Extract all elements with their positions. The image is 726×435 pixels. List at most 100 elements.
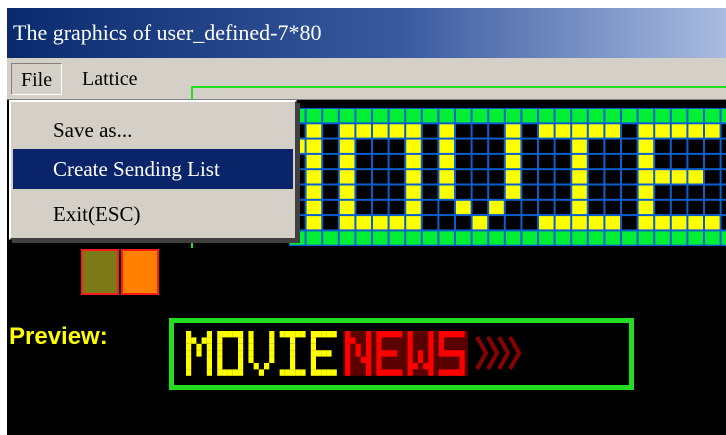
lattice-cell[interactable]: [306, 170, 322, 184]
lattice-cell[interactable]: [323, 200, 338, 215]
lattice-cell[interactable]: [555, 124, 571, 138]
lattice-cell[interactable]: [555, 109, 571, 123]
lattice-cell[interactable]: [705, 216, 720, 230]
lattice-cell[interactable]: [306, 154, 322, 169]
lattice-cell[interactable]: [339, 109, 355, 123]
lattice-cell[interactable]: [605, 139, 620, 153]
lattice-cell[interactable]: [522, 200, 537, 215]
lattice-cell[interactable]: [705, 109, 720, 123]
lattice-cell[interactable]: [588, 231, 604, 245]
lattice-cell[interactable]: [721, 231, 726, 245]
lattice-cell[interactable]: [572, 139, 587, 153]
lattice-cell[interactable]: [472, 109, 488, 123]
lattice-cell[interactable]: [456, 170, 471, 184]
lattice-cell[interactable]: [671, 154, 687, 169]
lattice-cell[interactable]: [406, 216, 421, 230]
lattice-cell[interactable]: [306, 231, 322, 245]
lattice-cell[interactable]: [456, 200, 471, 215]
lattice-cell[interactable]: [638, 185, 654, 199]
lattice-cell[interactable]: [505, 170, 521, 184]
lattice-cell[interactable]: [489, 170, 504, 184]
color-swatch-olive[interactable]: [81, 249, 119, 295]
lattice-cell[interactable]: [588, 139, 604, 153]
lattice-cell[interactable]: [655, 231, 670, 245]
lattice-cell[interactable]: [555, 200, 571, 215]
lattice-cell[interactable]: [555, 154, 571, 169]
lattice-cell[interactable]: [323, 170, 338, 184]
lattice-cell[interactable]: [705, 231, 720, 245]
lattice-cell[interactable]: [705, 139, 720, 153]
lattice-cell[interactable]: [306, 216, 322, 230]
lattice-cell[interactable]: [705, 200, 720, 215]
lattice-cell[interactable]: [605, 154, 620, 169]
menu-item-save-as[interactable]: Save as...: [13, 110, 293, 150]
lattice-cell[interactable]: [356, 124, 371, 138]
lattice-cell[interactable]: [323, 109, 338, 123]
lattice-cell[interactable]: [705, 124, 720, 138]
lattice-cell[interactable]: [389, 139, 405, 153]
lattice-cell[interactable]: [671, 170, 687, 184]
lattice-cell[interactable]: [439, 109, 454, 123]
lattice-cell[interactable]: [638, 109, 654, 123]
lattice-cell[interactable]: [505, 185, 521, 199]
lattice-cell[interactable]: [373, 200, 388, 215]
lattice-cell[interactable]: [622, 185, 637, 199]
lattice-cell[interactable]: [389, 200, 405, 215]
lattice-cell[interactable]: [472, 185, 488, 199]
lattice-cell[interactable]: [622, 200, 637, 215]
lattice-cell[interactable]: [339, 185, 355, 199]
lattice-cell[interactable]: [605, 124, 620, 138]
lattice-cell[interactable]: [422, 200, 438, 215]
lattice-cell[interactable]: [356, 216, 371, 230]
lattice-cell[interactable]: [389, 185, 405, 199]
lattice-cell[interactable]: [572, 154, 587, 169]
lattice-cell[interactable]: [555, 139, 571, 153]
lattice-cell[interactable]: [721, 200, 726, 215]
lattice-cell[interactable]: [456, 139, 471, 153]
lattice-cell[interactable]: [422, 231, 438, 245]
lattice-cell[interactable]: [339, 200, 355, 215]
lattice-cell[interactable]: [539, 170, 554, 184]
lattice-cell[interactable]: [505, 154, 521, 169]
lattice-cell[interactable]: [721, 170, 726, 184]
lattice-cell[interactable]: [439, 231, 454, 245]
lattice-cell[interactable]: [306, 185, 322, 199]
lattice-cell[interactable]: [688, 154, 703, 169]
lattice-cell[interactable]: [489, 185, 504, 199]
lattice-cell[interactable]: [622, 231, 637, 245]
lattice-cell[interactable]: [638, 139, 654, 153]
lattice-cell[interactable]: [389, 109, 405, 123]
lattice-cell[interactable]: [522, 231, 537, 245]
lattice-cell[interactable]: [572, 185, 587, 199]
lattice-cell[interactable]: [339, 124, 355, 138]
lattice-cell[interactable]: [605, 216, 620, 230]
lattice-cell[interactable]: [472, 170, 488, 184]
lattice-cell[interactable]: [439, 124, 454, 138]
lattice-cell[interactable]: [622, 154, 637, 169]
lattice-cell[interactable]: [539, 185, 554, 199]
lattice-cell[interactable]: [406, 200, 421, 215]
lattice-cell[interactable]: [439, 200, 454, 215]
lattice-cell[interactable]: [622, 124, 637, 138]
lattice-cell[interactable]: [489, 139, 504, 153]
lattice-cell[interactable]: [655, 154, 670, 169]
lattice-cell[interactable]: [655, 216, 670, 230]
lattice-cell[interactable]: [555, 216, 571, 230]
lattice-cell[interactable]: [356, 139, 371, 153]
lattice-cell[interactable]: [688, 216, 703, 230]
lattice-cell[interactable]: [456, 231, 471, 245]
lattice-cell[interactable]: [489, 216, 504, 230]
lattice-cell[interactable]: [505, 216, 521, 230]
lattice-svg[interactable]: [289, 108, 726, 246]
lattice-cell[interactable]: [522, 124, 537, 138]
lattice-cell[interactable]: [638, 154, 654, 169]
lattice-cell[interactable]: [572, 109, 587, 123]
lattice-cell[interactable]: [721, 124, 726, 138]
lattice-cell[interactable]: [588, 200, 604, 215]
lattice-cell[interactable]: [505, 200, 521, 215]
lattice-cell[interactable]: [555, 231, 571, 245]
lattice-cell[interactable]: [671, 139, 687, 153]
lattice-cell[interactable]: [655, 139, 670, 153]
lattice-cell[interactable]: [373, 231, 388, 245]
lattice-cell[interactable]: [588, 109, 604, 123]
